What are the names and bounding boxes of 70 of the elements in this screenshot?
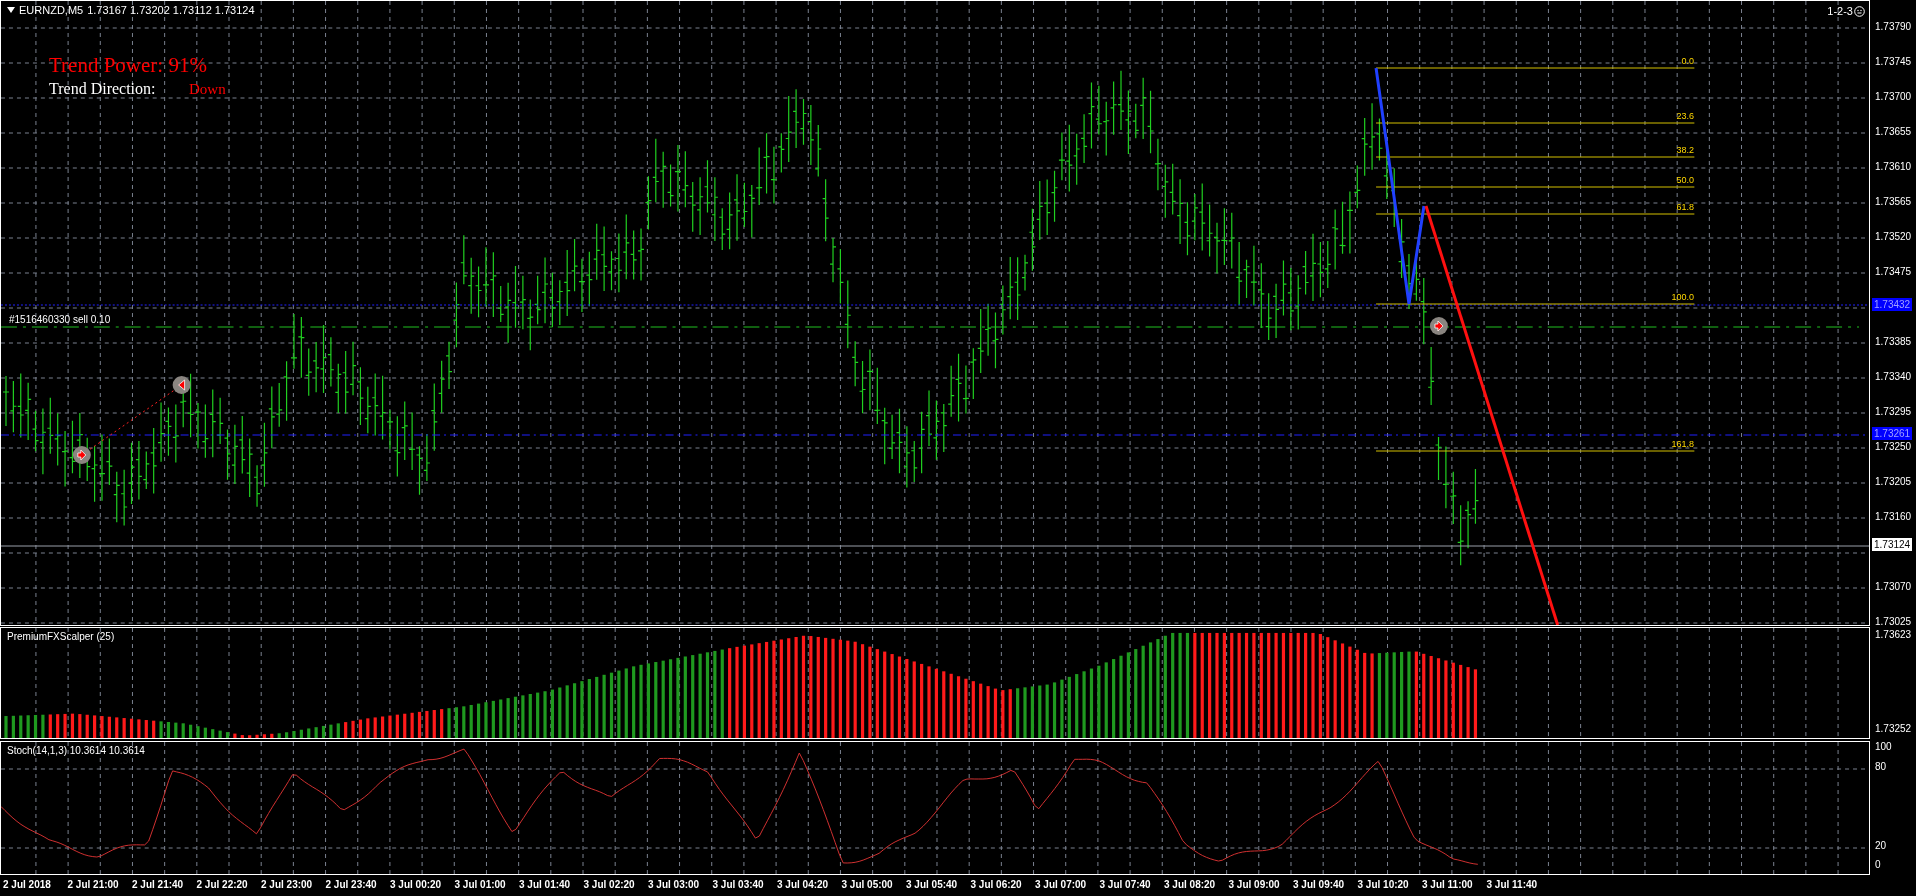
price-label: 1.73655	[1875, 126, 1912, 138]
fib-level-label: 50.0	[1676, 175, 1694, 185]
time-label: 3 Jul 06:20	[970, 879, 1022, 890]
indicator-scale-label: 1.73623	[1875, 629, 1912, 641]
indicator-scale-label: 1.73252	[1875, 723, 1912, 735]
trade-marker-icon	[172, 376, 191, 394]
price-label: 1.73745	[1875, 56, 1912, 68]
price-label: 1.73520	[1875, 231, 1912, 243]
fib-level-label: 23.6	[1676, 111, 1694, 121]
time-label: 3 Jul 01:00	[454, 879, 506, 890]
time-label: 3 Jul 08:20	[1164, 879, 1216, 890]
indicator-title: PremiumFXScalper (25)	[7, 631, 115, 642]
time-label: 3 Jul 07:40	[1099, 879, 1151, 890]
trade-marker-icon	[72, 446, 91, 464]
time-label: 2 Jul 23:00	[261, 879, 313, 890]
indicator-scale-label: 80	[1875, 761, 1887, 773]
indicator-scale-label: 100	[1875, 741, 1892, 753]
price-label: 1.73790	[1875, 21, 1912, 33]
price-label: 1.73340	[1875, 371, 1912, 383]
time-label: 3 Jul 03:40	[712, 879, 764, 890]
time-label: 2 Jul 21:00	[67, 879, 119, 890]
trade-marker-icon	[1429, 317, 1448, 335]
fib-level-label: 100.0	[1671, 292, 1694, 302]
price-label: 1.73385	[1875, 336, 1912, 348]
time-label: 3 Jul 09:00	[1228, 879, 1280, 890]
price-marker: 1.73261	[1872, 427, 1913, 440]
price-label: 1.73070	[1875, 581, 1912, 593]
trend-direction-value: Down	[189, 81, 226, 98]
time-label: 2 Jul 22:20	[196, 879, 248, 890]
time-label: 2 Jul 23:40	[325, 879, 377, 890]
fib-level-label: 0.0	[1681, 56, 1694, 66]
time-label: 3 Jul 02:20	[583, 879, 635, 890]
price-marker: 1.73432	[1872, 298, 1913, 311]
price-label: 1.73205	[1875, 476, 1912, 488]
time-label: 3 Jul 10:20	[1357, 879, 1409, 890]
price-label: 1.73610	[1875, 161, 1912, 173]
chart-title: EURNZD,M5	[19, 4, 84, 16]
quote-text: 1.73167 1.73202 1.73112 1.73124	[87, 4, 255, 16]
time-label: 3 Jul 03:00	[648, 879, 700, 890]
fib-level-label: 61.8	[1676, 202, 1694, 212]
price-label: 1.73565	[1875, 196, 1912, 208]
indicator-scale-label: 0	[1875, 859, 1881, 871]
caret-icon[interactable]	[7, 7, 15, 13]
indicator-title: Stoch(14,1,3) 10.3614 10.3614	[7, 745, 145, 756]
time-label: 3 Jul 07:00	[1035, 879, 1087, 890]
price-label: 1.73700	[1875, 91, 1912, 103]
price-label: 1.73250	[1875, 441, 1912, 453]
time-label: 3 Jul 05:00	[841, 879, 893, 890]
price-label: 1.73025	[1875, 616, 1912, 628]
time-label: 2 Jul 21:40	[132, 879, 184, 890]
price-label: 1.73160	[1875, 511, 1912, 523]
fib-level-label: 161.8	[1671, 439, 1694, 449]
time-label: 3 Jul 11:40	[1486, 879, 1538, 890]
order-label: #1516460330 sell 0.10	[9, 314, 111, 325]
price-label: 1.73475	[1875, 266, 1912, 278]
time-label: 3 Jul 09:40	[1293, 879, 1345, 890]
time-label: 3 Jul 05:40	[906, 879, 958, 890]
time-label: 3 Jul 01:40	[519, 879, 571, 890]
time-label: 3 Jul 04:20	[777, 879, 829, 890]
trend-power-text: Trend Power: 91%	[49, 53, 207, 78]
indicator-scale-label: 20	[1875, 840, 1887, 852]
pattern-label: 1-2-3	[1827, 5, 1853, 17]
time-label: 2 Jul 2018	[3, 879, 51, 890]
time-label: 3 Jul 00:20	[390, 879, 442, 890]
time-label: 3 Jul 11:00	[1422, 879, 1473, 890]
fib-level-label: 38.2	[1676, 145, 1694, 155]
price-label: 1.73295	[1875, 406, 1912, 418]
trend-direction-label: Trend Direction:	[49, 80, 156, 98]
smiley-icon	[1854, 5, 1865, 17]
price-marker: 1.73124	[1872, 538, 1913, 551]
